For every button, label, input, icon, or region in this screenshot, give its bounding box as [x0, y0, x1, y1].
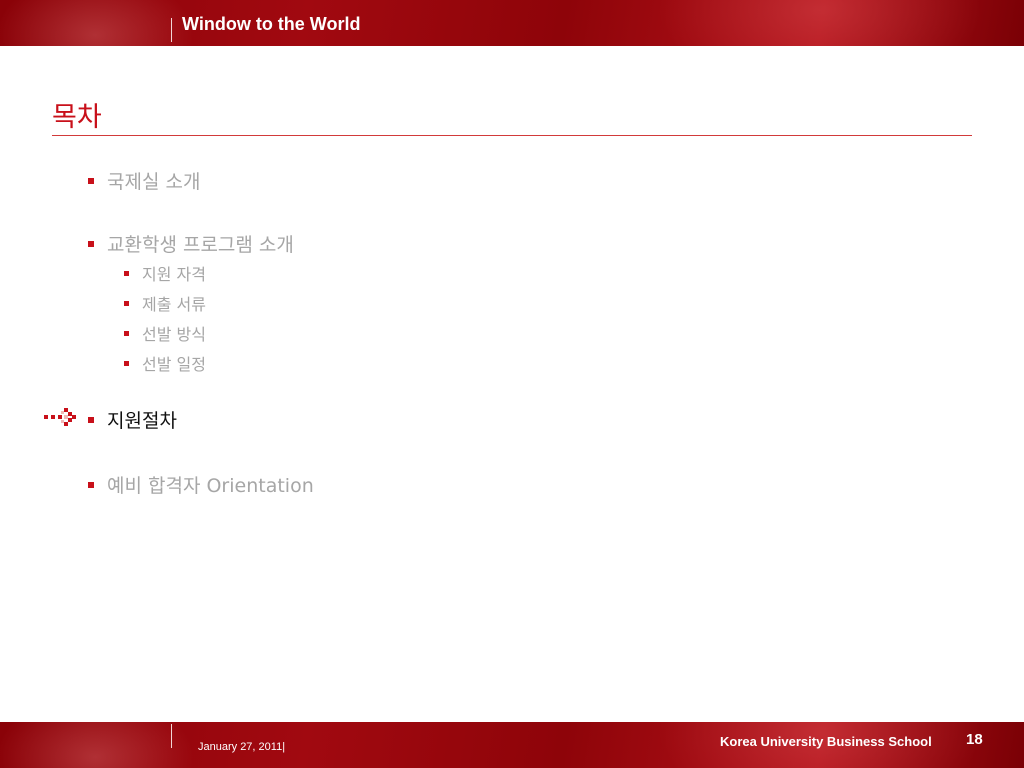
square-bullet-icon — [88, 481, 94, 488]
outline-item-label: 선발 방식 — [142, 325, 206, 344]
outline-subitem-eligibility[interactable]: 지원 자격 — [124, 261, 206, 285]
footer-date: January 27, 2011| — [198, 741, 286, 753]
outline-item-label: 선발 일정 — [142, 355, 206, 374]
header-band: Window to the World — [0, 0, 1024, 46]
header-title: Window to the World — [182, 14, 361, 34]
square-bullet-icon — [88, 416, 94, 423]
outline-item-label: 교환학생 프로그램 소개 — [107, 234, 294, 256]
footer-school-name: Korea University Business School — [720, 734, 932, 749]
header-divider — [171, 18, 172, 42]
square-bullet-icon — [124, 270, 129, 276]
outline-item-label: 제출 서류 — [142, 295, 206, 314]
outline-item-label: 예비 합격자 Orientation — [107, 475, 314, 497]
square-bullet-icon — [124, 330, 129, 336]
page-number: 18 — [966, 731, 983, 748]
outline-item-label: 국제실 소개 — [107, 171, 201, 193]
outline-subitem-selection-schedule[interactable]: 선발 일정 — [124, 351, 206, 375]
square-bullet-icon — [124, 300, 129, 306]
outline-item-intl-office[interactable]: 국제실 소개 — [88, 167, 200, 194]
outline-item-label: 지원 자격 — [142, 265, 206, 284]
outline-subitem-documents[interactable]: 제출 서류 — [124, 291, 206, 315]
slide-title: 목차 — [52, 102, 102, 133]
square-bullet-icon — [88, 177, 94, 184]
outline-subitem-selection-method[interactable]: 선발 방식 — [124, 321, 206, 345]
outline-list: 국제실 소개 교환학생 프로그램 소개 지원 자격 제출 서류 선발 방식 선발… — [0, 0, 1024, 768]
square-bullet-icon — [88, 240, 94, 247]
square-bullet-icon — [124, 360, 129, 366]
title-underline — [52, 135, 972, 136]
outline-item-orientation[interactable]: 예비 합격자 Orientation — [88, 471, 314, 498]
outline-item-exchange-program[interactable]: 교환학생 프로그램 소개 — [88, 230, 294, 257]
outline-item-label: 지원절차 — [107, 410, 177, 432]
footer-divider — [171, 724, 172, 748]
dotted-arrow-icon — [44, 408, 76, 426]
outline-item-application-procedure[interactable]: 지원절차 — [88, 406, 177, 433]
